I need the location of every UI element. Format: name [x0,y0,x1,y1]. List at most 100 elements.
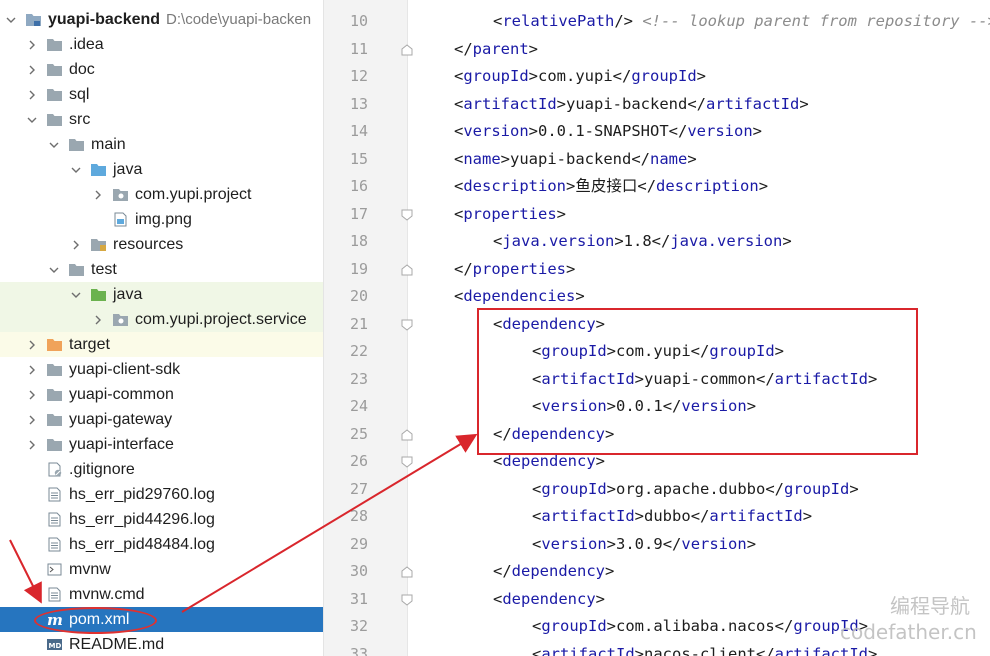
line-number: 20 [349,287,368,305]
folder-icon [46,37,63,52]
code-line: <java.version>1.8</java.version> [493,228,792,255]
chevron-down-icon[interactable] [47,138,61,152]
folder-icon [46,437,63,452]
code-token: > [634,644,645,656]
tree-item-label: .gitignore [69,460,135,478]
code-token: > [799,94,809,113]
line-number: 31 [349,589,368,608]
tree-item[interactable]: com.yupi.project.service [0,307,323,332]
tree-item[interactable]: src [0,107,323,132]
tree-item[interactable]: hs_err_pid48484.log [0,532,323,557]
code-token: groupId [631,67,697,85]
chevron-down-icon[interactable] [25,113,39,127]
fold-open-icon[interactable] [401,209,413,221]
tree-item[interactable]: img.png [0,207,323,232]
fold-close-icon[interactable] [401,263,413,276]
code-token: com.yupi [538,67,613,85]
chevron-down-icon[interactable] [4,13,18,27]
line-number: 11 [349,39,368,58]
code-token: < [454,94,464,113]
chevron-right-icon[interactable] [91,313,105,327]
chevron-right-icon[interactable] [25,338,39,352]
tree-item[interactable]: doc [0,57,323,82]
code-token: > [614,232,624,250]
tree-item-label: yuapi-gateway [69,410,173,428]
chevron-right-icon[interactable] [25,88,39,102]
tree-item[interactable]: hs_err_pid44296.log [0,507,323,532]
fold-open-icon[interactable] [401,456,413,468]
line-number: 25 [349,424,368,443]
code-token: artifactId [541,644,635,656]
line-number: 14 [349,122,368,140]
tree-item-label: java [113,160,143,178]
chevron-down-icon[interactable] [69,288,83,302]
chevron-right-icon[interactable] [25,63,39,77]
code-line: <version>0.0.1-SNAPSHOT</version> [454,118,762,145]
tree-item[interactable]: MD README.md [0,632,323,656]
tree-item[interactable]: java [0,282,323,307]
chevron-down-icon[interactable] [47,263,61,277]
chevron-right-icon[interactable] [25,388,39,402]
line-number: 15 [349,149,368,168]
fold-open-icon[interactable] [401,319,413,331]
line-number: 17 [349,204,368,223]
shell-file-icon [46,562,63,577]
code-token: < [454,287,464,305]
tree-item-label: com.yupi.project [135,185,252,203]
chevron-right-icon[interactable] [91,188,105,202]
fold-close-icon[interactable] [401,43,413,56]
chevron-right-icon[interactable] [25,38,39,52]
code-token: groupId [541,479,607,498]
code-line: <artifactId>yuapi-backend</artifactId> [454,91,809,118]
tree-item[interactable]: test [0,257,323,282]
tree-item[interactable]: mvnw.cmd [0,582,323,607]
tree-item[interactable]: resources [0,232,323,257]
tree-item[interactable]: yuapi-gateway [0,407,323,432]
chevron-right-icon[interactable] [25,363,39,377]
tree-item[interactable]: yuapi-common [0,382,323,407]
code-token: yuapi-backend [510,149,632,168]
chevron-right-icon[interactable] [25,438,39,452]
code-token: name [463,149,501,168]
tree-item[interactable]: mvnw [0,557,323,582]
fold-close-icon[interactable] [401,428,413,441]
tree-item[interactable]: com.yupi.project [0,182,323,207]
code-token: /> [614,12,643,30]
tree-item[interactable]: java [0,157,323,182]
tree-item[interactable]: .idea [0,32,323,57]
tree-root-path: D:\code\yuapi-backen [166,11,312,28]
code-token: > [868,644,878,656]
tree-item-label: target [69,335,110,353]
code-line: <groupId>org.apache.dubbo</groupId> [532,476,859,503]
code-token: > [606,617,617,635]
tree-item-label: com.yupi.project.service [135,310,307,328]
chevron-down-icon[interactable] [69,163,83,177]
code-line: <artifactId>nacos-client</artifactId> [532,641,877,656]
tree-item[interactable]: yuapi-client-sdk [0,357,323,382]
code-token: version [687,122,753,140]
line-number: 22 [349,342,368,360]
tree-item[interactable]: main [0,132,323,157]
tree-item[interactable]: hs_err_pid29760.log [0,482,323,507]
fold-close-icon[interactable] [401,566,413,578]
tree-item[interactable]: target [0,332,323,357]
tree-item[interactable]: yuapi-interface [0,432,323,457]
code-token: artifactId [541,507,635,525]
code-token: < [493,12,503,30]
tree-item[interactable]: .gitignore [0,457,323,482]
tree-item[interactable]: sql [0,82,323,107]
tree-root[interactable]: yuapi-backend D:\code\yuapi-backen [0,7,323,32]
code-token: org.apache.dubbo [616,479,766,498]
chevron-right-icon[interactable] [25,413,39,427]
code-token: < [454,204,464,223]
gitignore-file-icon [46,462,63,477]
code-token: 鱼皮接口 [575,177,638,195]
fold-open-icon[interactable] [401,594,413,606]
chevron-right-icon[interactable] [69,238,83,252]
folder-icon [46,87,63,102]
tree-item-label: .idea [69,35,104,53]
code-token: </ [765,479,784,498]
code-token: dependency [502,589,596,608]
